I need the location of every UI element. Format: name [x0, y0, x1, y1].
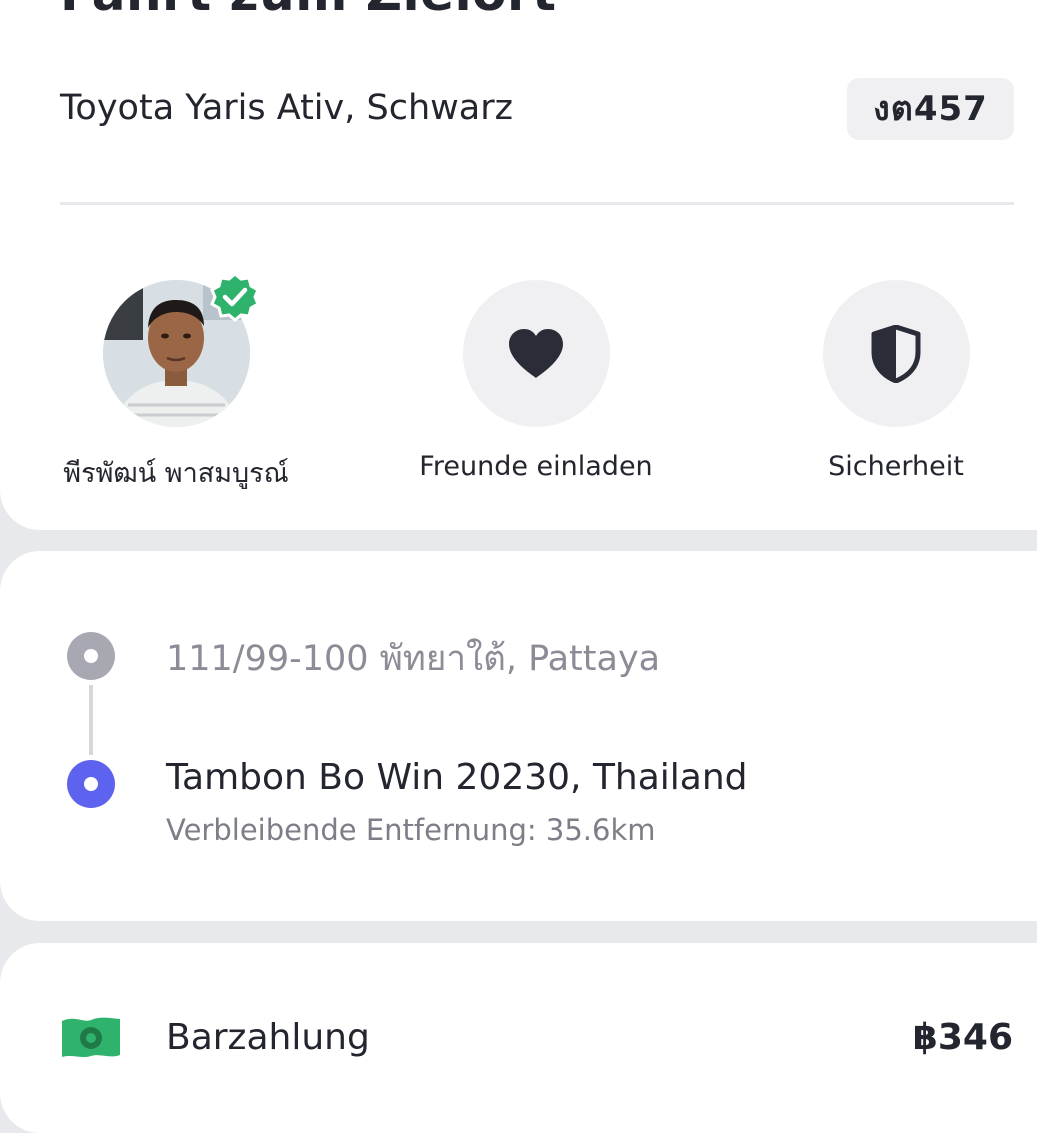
- destination-marker-icon: [67, 760, 115, 808]
- divider: [60, 202, 1014, 205]
- route-card: 111/99-100 พัทยาใต้, Pattaya Tambon Bo W…: [0, 551, 1037, 921]
- destination-address[interactable]: Tambon Bo Win 20230, Thailand: [166, 757, 748, 798]
- invite-circle: [462, 280, 610, 427]
- trip-title: Fahrt zum Zielort: [60, 0, 557, 22]
- verified-badge-icon: [210, 272, 260, 322]
- safety-circle: [822, 280, 970, 427]
- license-plate: งต457: [847, 78, 1014, 140]
- remaining-distance: Verbleibende Entfernung: 35.6km: [166, 813, 656, 847]
- cash-icon: [62, 1017, 120, 1057]
- invite-friends-label: Freunde einladen: [419, 451, 653, 482]
- vehicle-description: Toyota Yaris Ativ, Schwarz: [60, 88, 513, 128]
- payment-card[interactable]: Barzahlung ฿346: [0, 943, 1037, 1133]
- driver-name: พีรพัฒน์ พาสมบูรณ์: [63, 458, 289, 489]
- fare-amount: ฿346: [912, 1017, 1013, 1058]
- origin-marker-icon: [67, 632, 115, 680]
- payment-method: Barzahlung: [166, 1017, 370, 1058]
- safety-button[interactable]: Sicherheit: [766, 280, 1026, 482]
- invite-friends-button[interactable]: Freunde einladen: [406, 280, 666, 482]
- driver-profile-button[interactable]: พีรพัฒน์ พาสมบูรณ์: [46, 280, 306, 494]
- trip-card: Fahrt zum Zielort Toyota Yaris Ativ, Sch…: [0, 0, 1037, 530]
- route-connector: [89, 685, 93, 755]
- heart-icon: [509, 328, 563, 378]
- origin-address[interactable]: 111/99-100 พัทยาใต้, Pattaya: [166, 631, 660, 686]
- safety-label: Sicherheit: [828, 451, 964, 482]
- shield-icon: [871, 324, 921, 383]
